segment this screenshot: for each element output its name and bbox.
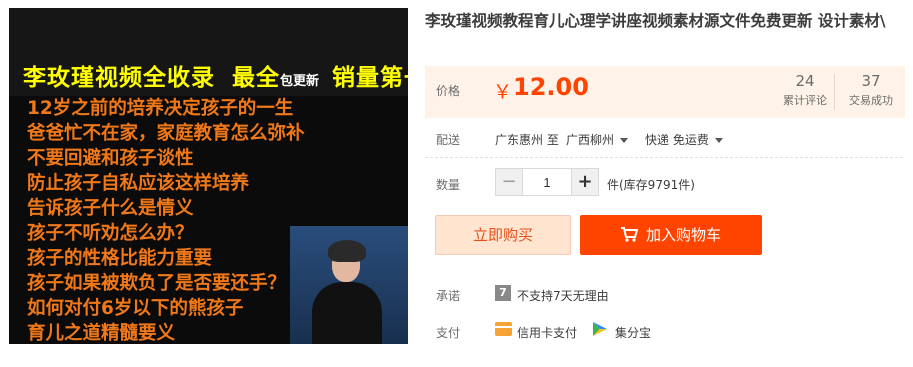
image-line: 告诉孩子什么是情义 — [27, 198, 194, 219]
stat-divider — [834, 74, 835, 110]
image-line: 防止孩子自私应该这样培养 — [27, 173, 250, 194]
shipping-method[interactable]: 快递 免运费 — [645, 131, 723, 148]
shipping-method-text: 快递 免运费 — [645, 133, 709, 147]
quantity-label: 数量 — [436, 178, 461, 192]
increase-button[interactable]: + — [571, 169, 598, 195]
sales-count: 37 — [861, 72, 881, 90]
image-banner: 李玫瑾视频全收录 最全包更新 销量第一 — [9, 8, 408, 96]
reviews-label: 累计评论 — [783, 94, 827, 107]
reviews-count: 24 — [795, 72, 815, 90]
image-line: 孩子的性格比能力重要 — [27, 248, 213, 269]
buy-now-button[interactable]: 立即购买 — [435, 215, 571, 255]
shipping-destination[interactable]: 广西柳州 — [566, 131, 629, 148]
shipping-to: 广西柳州 — [566, 133, 615, 147]
jifenbao-text: 集分宝 — [615, 326, 652, 340]
quantity-stepper: − + — [495, 168, 599, 196]
image-line: 孩子如果被欺负了是否要还手？ — [27, 273, 287, 294]
jifenbao-icon — [593, 322, 607, 336]
banner-main: 李玫瑾视频全收录 — [23, 65, 215, 91]
seven-day-icon: 7 — [495, 285, 511, 301]
image-line: 孩子不听劝怎么办？ — [27, 223, 194, 244]
credit-card-text: 信用卡支付 — [517, 326, 578, 340]
payment-row: 支付 信用卡支付 集分宝 — [436, 324, 651, 341]
quantity-row: 数量 — [436, 176, 460, 193]
reviews-stat[interactable]: 24 累计评论 — [773, 72, 837, 108]
speaker-hair — [328, 240, 366, 262]
banner-right: 销量第一 — [332, 65, 408, 91]
shipping-row: 配送 广东惠州 至 广西柳州 快递 免运费 — [436, 131, 723, 148]
price-value: 12.00 — [513, 73, 589, 101]
image-line: 爸爸忙不在家，家庭教育怎么弥补 — [27, 123, 305, 144]
price-label: 价格 — [436, 84, 461, 98]
speaker-body — [312, 282, 382, 344]
chevron-down-icon — [714, 138, 723, 143]
chevron-down-icon — [620, 138, 629, 143]
speaker-photo — [290, 226, 408, 344]
shipping-from: 广东惠州 至 — [495, 133, 559, 147]
banner-small: 包更新 — [280, 74, 320, 89]
stock-text: 件(库存9791件) — [607, 178, 695, 192]
promise-label: 承诺 — [436, 289, 461, 303]
credit-card-icon — [495, 322, 512, 336]
banner-best: 最全 — [232, 65, 281, 91]
promise-text: 不支持7天无理由 — [517, 289, 609, 303]
section-divider — [425, 157, 903, 158]
add-to-cart-label: 加入购物车 — [645, 226, 721, 244]
quantity-input[interactable] — [523, 169, 571, 195]
image-line: 育儿之道精髓要义 — [27, 323, 176, 344]
shipping-label: 配送 — [436, 133, 461, 147]
payment-label: 支付 — [436, 326, 461, 340]
cart-icon — [620, 226, 638, 242]
product-title: 李玫瑾视频教程育儿心理学讲座视频素材源文件免费更新 设计素材\ — [425, 12, 886, 30]
product-image[interactable]: 李玫瑾视频全收录 最全包更新 销量第一 12岁之前的培养决定孩子的一生爸爸忙不在… — [9, 8, 408, 344]
add-to-cart-button[interactable]: 加入购物车 — [580, 215, 762, 255]
image-lines: 12岁之前的培养决定孩子的一生 爸爸忙不在家，家庭教育怎么弥补 不要回避和孩子谈性防… — [27, 96, 305, 344]
image-line: 如何对付6岁以下的熊孩子 — [27, 298, 244, 319]
price-symbol: ￥ — [493, 81, 513, 103]
decrease-button[interactable]: − — [496, 169, 523, 195]
image-line: 12岁之前的培养决定孩子的一生 — [27, 98, 294, 119]
sales-label: 交易成功 — [849, 94, 893, 107]
banner-text: 李玫瑾视频全收录 最全包更新 销量第一 — [23, 58, 408, 92]
promise-row: 承诺 不支持7天无理由 — [436, 287, 609, 304]
image-line: 不要回避和孩子谈性 — [27, 148, 194, 169]
sales-stat[interactable]: 37 交易成功 — [839, 72, 903, 108]
price-panel: 价格 ￥ 12.00 24 累计评论 37 交易成功 — [425, 66, 905, 118]
